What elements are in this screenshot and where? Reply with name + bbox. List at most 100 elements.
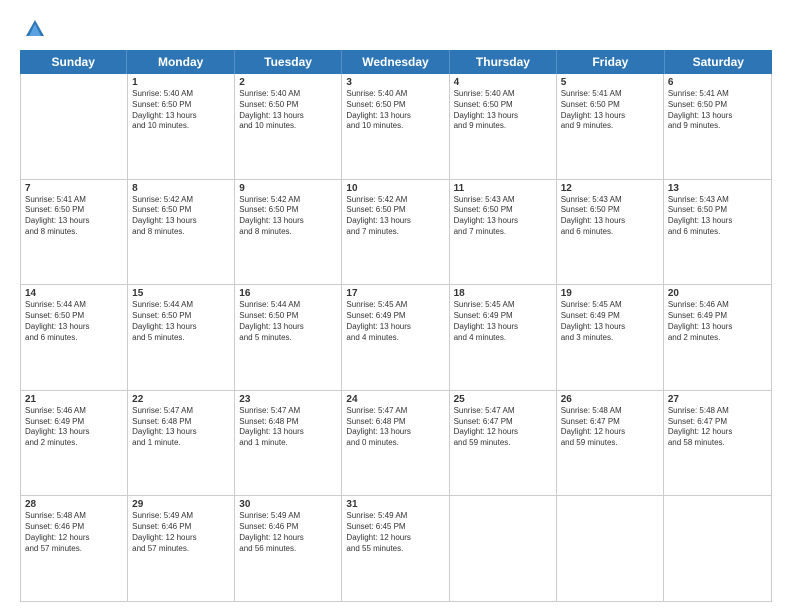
calendar-cell: 23Sunrise: 5:47 AM Sunset: 6:48 PM Dayli…: [235, 391, 342, 496]
cell-info: Sunrise: 5:47 AM Sunset: 6:48 PM Dayligh…: [132, 406, 230, 449]
calendar-cell: 21Sunrise: 5:46 AM Sunset: 6:49 PM Dayli…: [21, 391, 128, 496]
day-number: 2: [239, 77, 337, 88]
cell-info: Sunrise: 5:41 AM Sunset: 6:50 PM Dayligh…: [561, 89, 659, 132]
calendar-cell: 2Sunrise: 5:40 AM Sunset: 6:50 PM Daylig…: [235, 74, 342, 179]
day-number: 13: [668, 183, 767, 194]
calendar-cell: 10Sunrise: 5:42 AM Sunset: 6:50 PM Dayli…: [342, 180, 449, 285]
day-number: 25: [454, 394, 552, 405]
cell-info: Sunrise: 5:41 AM Sunset: 6:50 PM Dayligh…: [25, 195, 123, 238]
calendar-cell: 31Sunrise: 5:49 AM Sunset: 6:45 PM Dayli…: [342, 496, 449, 601]
cell-info: Sunrise: 5:42 AM Sunset: 6:50 PM Dayligh…: [346, 195, 444, 238]
day-number: 30: [239, 499, 337, 510]
calendar-cell: [21, 74, 128, 179]
calendar-cell: 12Sunrise: 5:43 AM Sunset: 6:50 PM Dayli…: [557, 180, 664, 285]
day-number: 24: [346, 394, 444, 405]
day-number: 21: [25, 394, 123, 405]
cell-info: Sunrise: 5:47 AM Sunset: 6:48 PM Dayligh…: [346, 406, 444, 449]
calendar-cell: 11Sunrise: 5:43 AM Sunset: 6:50 PM Dayli…: [450, 180, 557, 285]
cell-info: Sunrise: 5:43 AM Sunset: 6:50 PM Dayligh…: [561, 195, 659, 238]
day-number: 23: [239, 394, 337, 405]
day-number: 6: [668, 77, 767, 88]
calendar-cell: 24Sunrise: 5:47 AM Sunset: 6:48 PM Dayli…: [342, 391, 449, 496]
calendar-body: 1Sunrise: 5:40 AM Sunset: 6:50 PM Daylig…: [20, 74, 772, 602]
calendar-cell: 19Sunrise: 5:45 AM Sunset: 6:49 PM Dayli…: [557, 285, 664, 390]
calendar-cell: 16Sunrise: 5:44 AM Sunset: 6:50 PM Dayli…: [235, 285, 342, 390]
day-number: 19: [561, 288, 659, 299]
calendar-cell: [664, 496, 771, 601]
calendar-cell: 14Sunrise: 5:44 AM Sunset: 6:50 PM Dayli…: [21, 285, 128, 390]
header-day-sunday: Sunday: [20, 50, 127, 74]
calendar-row-1: 1Sunrise: 5:40 AM Sunset: 6:50 PM Daylig…: [21, 74, 771, 180]
calendar-row-4: 21Sunrise: 5:46 AM Sunset: 6:49 PM Dayli…: [21, 391, 771, 497]
cell-info: Sunrise: 5:48 AM Sunset: 6:46 PM Dayligh…: [25, 511, 123, 554]
calendar-cell: 8Sunrise: 5:42 AM Sunset: 6:50 PM Daylig…: [128, 180, 235, 285]
page: SundayMondayTuesdayWednesdayThursdayFrid…: [0, 0, 792, 612]
cell-info: Sunrise: 5:42 AM Sunset: 6:50 PM Dayligh…: [239, 195, 337, 238]
day-number: 8: [132, 183, 230, 194]
day-number: 4: [454, 77, 552, 88]
cell-info: Sunrise: 5:48 AM Sunset: 6:47 PM Dayligh…: [561, 406, 659, 449]
day-number: 9: [239, 183, 337, 194]
cell-info: Sunrise: 5:40 AM Sunset: 6:50 PM Dayligh…: [454, 89, 552, 132]
cell-info: Sunrise: 5:43 AM Sunset: 6:50 PM Dayligh…: [668, 195, 767, 238]
calendar-cell: 6Sunrise: 5:41 AM Sunset: 6:50 PM Daylig…: [664, 74, 771, 179]
cell-info: Sunrise: 5:40 AM Sunset: 6:50 PM Dayligh…: [132, 89, 230, 132]
day-number: 17: [346, 288, 444, 299]
calendar-cell: 1Sunrise: 5:40 AM Sunset: 6:50 PM Daylig…: [128, 74, 235, 179]
cell-info: Sunrise: 5:44 AM Sunset: 6:50 PM Dayligh…: [25, 300, 123, 343]
cell-info: Sunrise: 5:49 AM Sunset: 6:46 PM Dayligh…: [239, 511, 337, 554]
calendar-cell: 28Sunrise: 5:48 AM Sunset: 6:46 PM Dayli…: [21, 496, 128, 601]
calendar-cell: 13Sunrise: 5:43 AM Sunset: 6:50 PM Dayli…: [664, 180, 771, 285]
header-day-tuesday: Tuesday: [235, 50, 342, 74]
calendar-cell: 27Sunrise: 5:48 AM Sunset: 6:47 PM Dayli…: [664, 391, 771, 496]
calendar-cell: 15Sunrise: 5:44 AM Sunset: 6:50 PM Dayli…: [128, 285, 235, 390]
header-day-wednesday: Wednesday: [342, 50, 449, 74]
header-day-friday: Friday: [557, 50, 664, 74]
calendar-cell: [450, 496, 557, 601]
calendar-cell: 17Sunrise: 5:45 AM Sunset: 6:49 PM Dayli…: [342, 285, 449, 390]
logo: [20, 18, 46, 40]
calendar-cell: 4Sunrise: 5:40 AM Sunset: 6:50 PM Daylig…: [450, 74, 557, 179]
day-number: 7: [25, 183, 123, 194]
day-number: 22: [132, 394, 230, 405]
calendar-cell: 26Sunrise: 5:48 AM Sunset: 6:47 PM Dayli…: [557, 391, 664, 496]
cell-info: Sunrise: 5:42 AM Sunset: 6:50 PM Dayligh…: [132, 195, 230, 238]
header-day-monday: Monday: [127, 50, 234, 74]
calendar: SundayMondayTuesdayWednesdayThursdayFrid…: [20, 50, 772, 602]
cell-info: Sunrise: 5:47 AM Sunset: 6:48 PM Dayligh…: [239, 406, 337, 449]
cell-info: Sunrise: 5:45 AM Sunset: 6:49 PM Dayligh…: [561, 300, 659, 343]
day-number: 26: [561, 394, 659, 405]
day-number: 28: [25, 499, 123, 510]
calendar-cell: [557, 496, 664, 601]
day-number: 5: [561, 77, 659, 88]
cell-info: Sunrise: 5:46 AM Sunset: 6:49 PM Dayligh…: [668, 300, 767, 343]
header: [20, 18, 772, 40]
calendar-cell: 5Sunrise: 5:41 AM Sunset: 6:50 PM Daylig…: [557, 74, 664, 179]
cell-info: Sunrise: 5:47 AM Sunset: 6:47 PM Dayligh…: [454, 406, 552, 449]
day-number: 20: [668, 288, 767, 299]
cell-info: Sunrise: 5:45 AM Sunset: 6:49 PM Dayligh…: [346, 300, 444, 343]
calendar-cell: 29Sunrise: 5:49 AM Sunset: 6:46 PM Dayli…: [128, 496, 235, 601]
day-number: 15: [132, 288, 230, 299]
cell-info: Sunrise: 5:45 AM Sunset: 6:49 PM Dayligh…: [454, 300, 552, 343]
day-number: 18: [454, 288, 552, 299]
cell-info: Sunrise: 5:41 AM Sunset: 6:50 PM Dayligh…: [668, 89, 767, 132]
calendar-row-3: 14Sunrise: 5:44 AM Sunset: 6:50 PM Dayli…: [21, 285, 771, 391]
cell-info: Sunrise: 5:44 AM Sunset: 6:50 PM Dayligh…: [239, 300, 337, 343]
calendar-cell: 22Sunrise: 5:47 AM Sunset: 6:48 PM Dayli…: [128, 391, 235, 496]
calendar-cell: 25Sunrise: 5:47 AM Sunset: 6:47 PM Dayli…: [450, 391, 557, 496]
day-number: 14: [25, 288, 123, 299]
calendar-cell: 18Sunrise: 5:45 AM Sunset: 6:49 PM Dayli…: [450, 285, 557, 390]
day-number: 12: [561, 183, 659, 194]
calendar-row-5: 28Sunrise: 5:48 AM Sunset: 6:46 PM Dayli…: [21, 496, 771, 601]
cell-info: Sunrise: 5:44 AM Sunset: 6:50 PM Dayligh…: [132, 300, 230, 343]
cell-info: Sunrise: 5:49 AM Sunset: 6:46 PM Dayligh…: [132, 511, 230, 554]
day-number: 3: [346, 77, 444, 88]
calendar-header: SundayMondayTuesdayWednesdayThursdayFrid…: [20, 50, 772, 74]
cell-info: Sunrise: 5:40 AM Sunset: 6:50 PM Dayligh…: [346, 89, 444, 132]
calendar-cell: 9Sunrise: 5:42 AM Sunset: 6:50 PM Daylig…: [235, 180, 342, 285]
cell-info: Sunrise: 5:48 AM Sunset: 6:47 PM Dayligh…: [668, 406, 767, 449]
day-number: 10: [346, 183, 444, 194]
cell-info: Sunrise: 5:43 AM Sunset: 6:50 PM Dayligh…: [454, 195, 552, 238]
cell-info: Sunrise: 5:46 AM Sunset: 6:49 PM Dayligh…: [25, 406, 123, 449]
